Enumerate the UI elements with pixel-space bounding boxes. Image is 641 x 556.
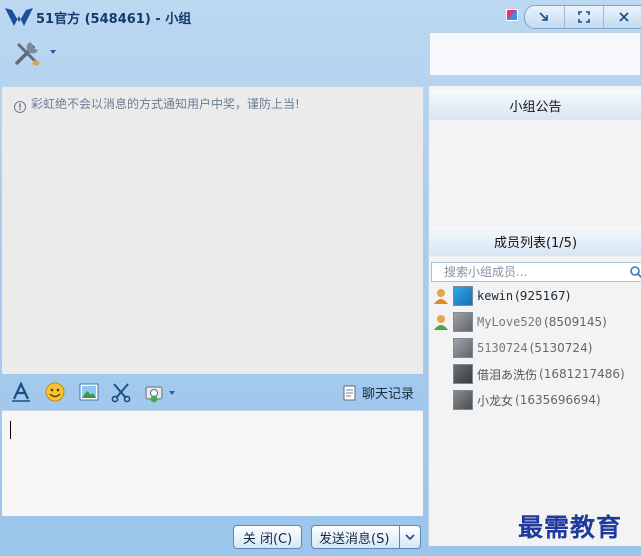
member-search-input[interactable] [432,263,624,281]
avatar [453,338,473,358]
maximize-icon [578,11,590,23]
title-bar[interactable]: 51官方 (548461) - 小组 [0,0,641,32]
system-notice: ! 彩虹绝不会以消息的方式通知用户中奖，谨防上当! [14,95,300,113]
window-title: 51官方 (548461) - 小组 [36,12,192,27]
message-input[interactable] [2,410,423,516]
close-icon [619,12,629,22]
announcement-title: 小组公告 [509,99,562,115]
chat-history-button[interactable]: 聊天记录 [342,383,414,402]
member-id: (1681217486) [539,367,625,381]
minimize-icon [539,12,549,21]
member-row[interactable]: 小龙女 (1635696694) [429,388,641,412]
announcement-header: 小组公告 [429,90,641,120]
member-id: (5130724) [529,341,593,355]
minimize-button[interactable] [525,6,564,28]
message-history-panel: ! 彩虹绝不会以消息的方式通知用户中奖，谨防上当! [2,86,423,374]
tools-icon [14,42,56,66]
member-row[interactable]: kewin (925167) [429,284,641,308]
avatar [453,364,473,384]
member-id: (1635696694) [515,393,601,407]
tools-menu-button[interactable] [12,38,62,68]
history-icon [343,385,356,400]
group-side-panel: 小组公告 成员列表(1/5) kewin (925167) MyLove520 … [428,86,641,546]
online-user-icon [434,289,448,304]
member-id: (8509145) [544,315,607,329]
chat-history-label: 聊天记录 [362,387,415,402]
online-user-icon [434,315,448,330]
scissors-icon[interactable] [110,381,132,403]
image-icon[interactable] [78,381,100,403]
close-button[interactable]: 关 闭(C) [233,525,302,549]
edit-toolbar: 聊天记录 [2,374,423,410]
close-window-button[interactable] [603,6,641,28]
screenshot-dropdown-icon[interactable] [144,381,180,403]
maximize-button[interactable] [563,6,604,28]
member-name: MyLove520 [477,315,543,329]
send-message-button[interactable]: 发送消息(S) [311,525,421,549]
avatar [453,390,473,410]
member-list-header: 成员列表(1/5) [429,226,641,256]
watermark-text: 最需教育 [518,513,623,542]
member-id: (925167) [515,289,571,303]
font-icon[interactable] [10,381,32,403]
member-row[interactable]: 5130724 (5130724) [429,336,641,360]
skin-icon[interactable] [506,9,518,21]
emoji-icon[interactable] [44,381,66,403]
info-circle-icon: ! [14,101,26,113]
member-list-title: 成员列表(1/5) [493,235,578,251]
app-logo-icon [5,8,33,26]
group-info-box [429,32,641,76]
member-row[interactable]: 借泪あ洗伤 (1681217486) [429,362,641,386]
member-name: kewin [477,289,514,303]
member-search-box [431,262,641,282]
member-name: 借泪あ洗伤 [477,367,538,382]
member-name: 5130724 [477,341,528,355]
search-icon[interactable] [629,265,641,279]
send-button-label: 发送消息(S) [319,531,390,547]
chevron-down-icon [405,534,415,541]
avatar [453,286,473,306]
close-button-label: 关 闭(C) [242,531,293,547]
send-options-dropdown[interactable] [399,526,420,548]
avatar [453,312,473,332]
text-caret [10,421,11,439]
notice-text: 彩虹绝不会以消息的方式通知用户中奖，谨防上当! [31,97,300,111]
window-controls [524,5,641,29]
member-name: 小龙女 [477,393,514,408]
member-row[interactable]: MyLove520 (8509145) [429,310,641,334]
